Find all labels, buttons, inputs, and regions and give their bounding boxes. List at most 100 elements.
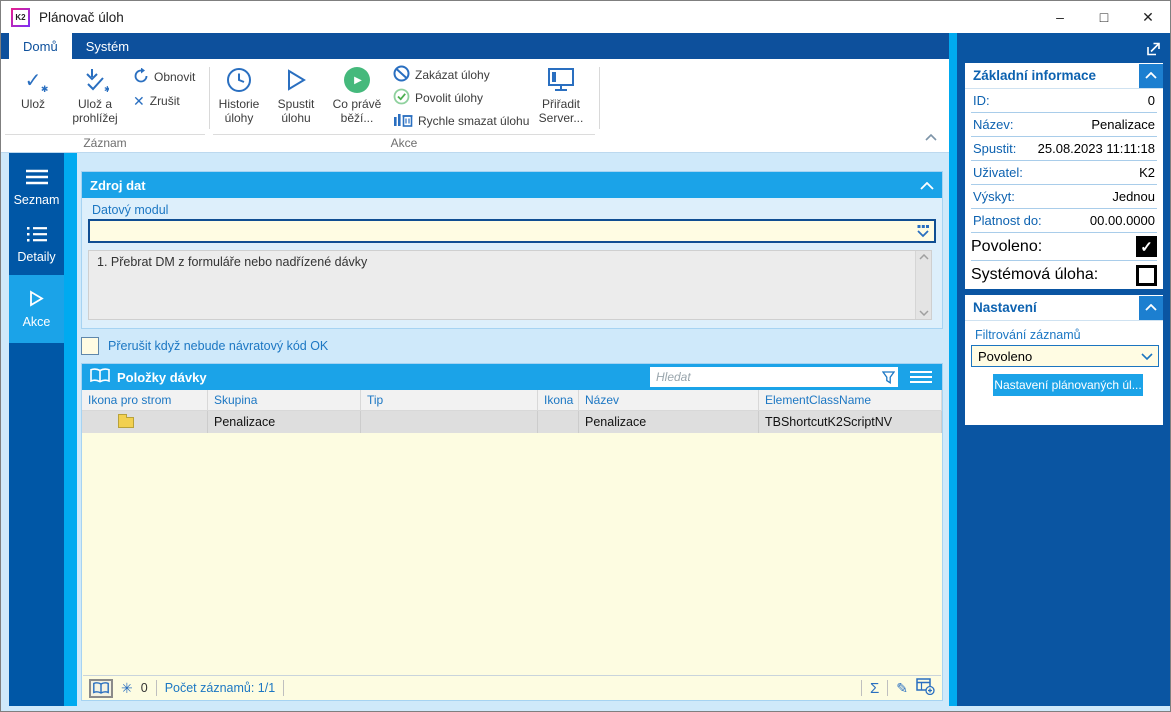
collapse-ribbon-icon[interactable] (925, 128, 937, 146)
basic-info-card: Základní informace ID: 0 Název: Penaliza… (965, 63, 1163, 289)
quick-delete-task-button[interactable]: Rychle smazat úlohu (393, 111, 529, 131)
collapse-section-icon[interactable] (920, 178, 934, 193)
window-title: Plánovač úloh (39, 9, 124, 25)
ribbon-tab-bar: Domů Systém (1, 33, 949, 59)
search-input[interactable] (650, 370, 878, 384)
book-view-button[interactable] (89, 678, 113, 698)
ribbon-separator (599, 67, 600, 129)
ribbon-group-label: Akce (213, 134, 595, 151)
datovy-modul-label: Datový modul (92, 203, 169, 217)
panel-title: Zdroj dat (90, 177, 146, 193)
filter-select[interactable]: Povoleno (971, 345, 1159, 367)
server-monitor-icon (547, 65, 575, 95)
search-box (650, 367, 898, 387)
interrupt-checkbox[interactable] (81, 337, 99, 355)
field-row-uzivatel: Uživatel: K2 (971, 161, 1157, 185)
card-title: Nastavení (973, 300, 1037, 315)
edit-pencil-icon[interactable]: ✎ (896, 680, 908, 697)
column-elementclassname[interactable]: ElementClassName (759, 390, 942, 410)
table-row[interactable]: Penalizace Penalizace TBShortcutK2Script… (82, 411, 942, 433)
maximize-button[interactable]: □ (1082, 1, 1126, 33)
delete-task-icon (393, 111, 413, 131)
clock-icon (226, 65, 252, 95)
right-info-panel: Základní informace ID: 0 Název: Penaliza… (949, 33, 1170, 707)
cancel-button[interactable]: ✕ Zrušit (133, 91, 180, 111)
card-title: Základní informace (973, 68, 1097, 83)
povoleno-checkbox[interactable] (1136, 236, 1157, 257)
save-view-icon: ✱ (81, 65, 109, 95)
star-filter-icon[interactable]: ✳ (121, 680, 133, 697)
select-from-list-icon[interactable] (912, 224, 934, 238)
field-row-spustit: Spustit: 25.08.2023 11:11:18 (971, 137, 1157, 161)
data-source-listbox[interactable]: 1. Přebrat DM z formuláře nebo nadřízené… (88, 250, 932, 320)
listbox-scrollbar[interactable] (915, 251, 931, 319)
whats-running-button[interactable]: ▶ Co právě běží... (327, 63, 387, 135)
menu-icon (25, 169, 49, 188)
play-green-circle-icon: ▶ (344, 65, 370, 95)
list-icon (26, 226, 48, 245)
panel-title: Položky dávky (117, 369, 207, 385)
open-in-window-icon[interactable] (1145, 41, 1161, 62)
interrupt-checkbox-row: Přerušit když nebude návratový kód OK (81, 337, 328, 355)
close-button[interactable]: ✕ (1126, 1, 1170, 33)
filter-funnel-icon[interactable] (878, 370, 898, 384)
title-bar: K2 Plánovač úloh – □ ✕ (1, 1, 1170, 33)
disable-tasks-button[interactable]: Zakázat úlohy (393, 65, 490, 85)
view-sidebar: Seznam Detaily Akce (9, 153, 64, 706)
save-and-view-button[interactable]: ✱ Ulož a prohlížej (63, 63, 127, 135)
column-nazev[interactable]: Název (579, 390, 759, 410)
add-table-icon[interactable] (916, 678, 935, 698)
sidebar-item-akce[interactable]: Akce (9, 275, 64, 343)
sidebar-item-detaily[interactable]: Detaily (9, 218, 64, 272)
main-area: Seznam Detaily Akce Zdroj dat Datový mod… (1, 153, 949, 706)
collapse-card-icon[interactable] (1139, 63, 1163, 88)
task-history-button[interactable]: Historie úlohy (213, 63, 265, 135)
interrupt-checkbox-label: Přerušit když nebude návratový kód OK (108, 339, 329, 353)
tab-system[interactable]: Systém (72, 33, 143, 59)
run-task-button[interactable]: Spustit úlohu (267, 63, 325, 135)
column-ikona-pro-strom[interactable]: Ikona pro strom (82, 390, 208, 410)
cancel-x-icon: ✕ (133, 92, 145, 109)
column-ikona[interactable]: Ikona (538, 390, 579, 410)
book-icon (90, 368, 110, 386)
systemova-uloha-row: Systémová úloha: (971, 261, 1157, 289)
field-row-nazev: Název: Penalizace (971, 113, 1157, 137)
minimize-button[interactable]: – (1038, 1, 1082, 33)
enable-tasks-button[interactable]: Povolit úlohy (393, 88, 483, 108)
status-separator (283, 680, 285, 696)
refresh-icon (133, 67, 149, 87)
settings-header: Nastavení (965, 295, 1163, 321)
filter-selected-value: Povoleno (978, 348, 1033, 364)
sum-sigma-icon[interactable]: Σ (870, 680, 879, 697)
listbox-item[interactable]: 1. Přebrat DM z formuláře nebo nadřízené… (89, 251, 931, 273)
sidebar-item-seznam[interactable]: Seznam (9, 161, 64, 215)
datovy-modul-input-wrap (88, 219, 936, 243)
grid-menu-icon[interactable] (908, 371, 934, 383)
folder-icon (118, 413, 134, 428)
tab-domu[interactable]: Domů (9, 33, 72, 59)
systemova-uloha-checkbox[interactable] (1136, 264, 1157, 286)
collapse-card-icon[interactable] (1139, 295, 1163, 320)
block-icon (393, 65, 410, 85)
datovy-modul-input[interactable] (90, 224, 912, 238)
scheduled-tasks-settings-button[interactable]: Nastavení plánovaných úl... (993, 374, 1143, 396)
check-circle-icon (393, 88, 410, 108)
status-separator (155, 680, 157, 696)
sidebar-accent-stripe (64, 153, 77, 706)
save-check-icon: ✓ ✱ (24, 69, 49, 94)
ribbon-group-label: Záznam (5, 134, 205, 151)
column-skupina[interactable]: Skupina (208, 390, 361, 410)
refresh-button[interactable]: Obnovit (133, 67, 195, 87)
assign-server-button[interactable]: Přiřadit Server... (531, 63, 591, 135)
svg-text:✱: ✱ (104, 85, 109, 93)
save-button[interactable]: ✓ ✱ Ulož (7, 63, 59, 135)
status-separator (887, 680, 889, 696)
column-tip[interactable]: Tip (361, 390, 538, 410)
star-count: 0 (140, 681, 148, 695)
ribbon-group-akce: Historie úlohy Spustit úlohu ▶ Co právě … (209, 59, 599, 152)
play-icon (29, 289, 44, 310)
table-status-bar: ✳ 0 Počet záznamů: 1/1 Σ ✎ (83, 675, 941, 700)
table-column-header: Ikona pro strom Skupina Tip Ikona Název … (82, 390, 942, 411)
ribbon-group-zaznam: ✓✱ Ulož ✱ Ulož a prohlížej (1, 59, 209, 152)
table-body[interactable] (83, 433, 941, 675)
